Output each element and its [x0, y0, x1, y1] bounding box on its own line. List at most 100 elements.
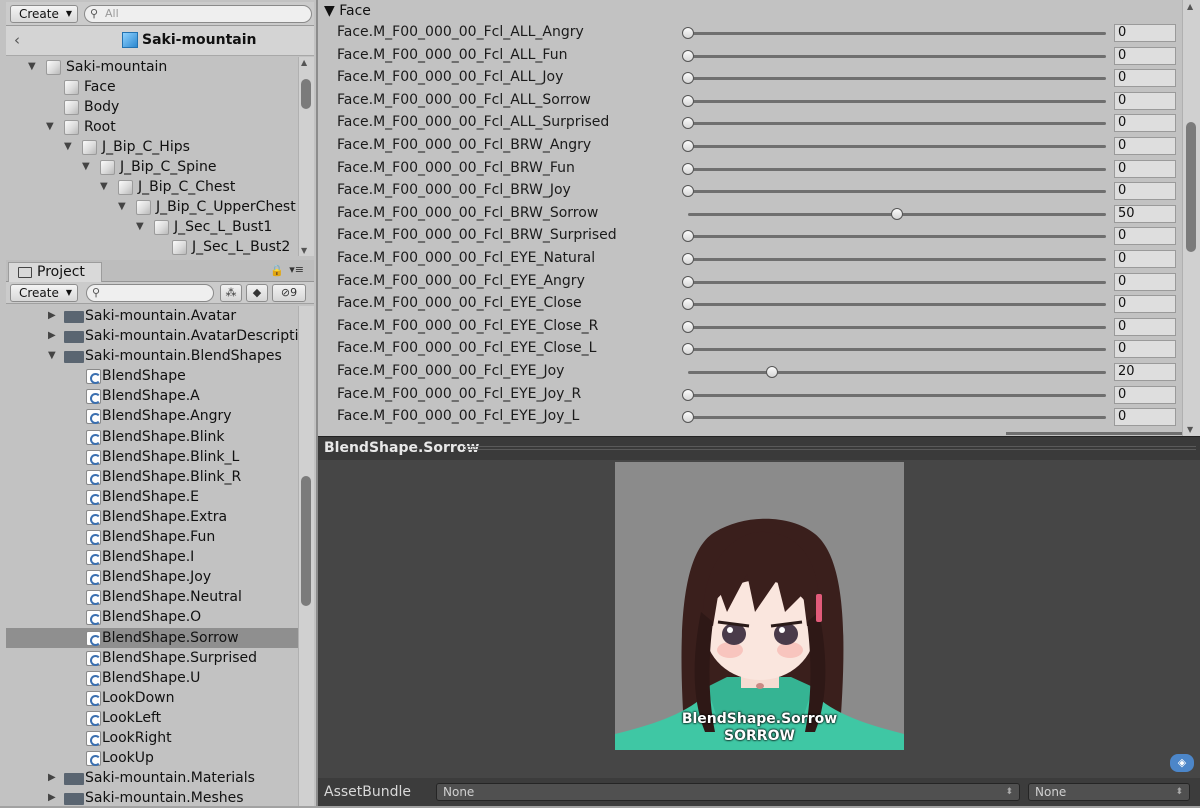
- scroll-up-icon[interactable]: ▲: [1187, 2, 1193, 11]
- hierarchy-scrollbar[interactable]: ▲ ▼: [298, 57, 314, 256]
- project-asset-item[interactable]: BlendShape.E: [6, 487, 300, 507]
- project-asset-item[interactable]: LookUp: [6, 748, 300, 768]
- slider-knob[interactable]: [682, 275, 694, 288]
- project-scrollbar[interactable]: [298, 306, 314, 806]
- collapsed-arrow-icon[interactable]: ▶: [48, 306, 56, 326]
- asset-bundle-name-dropdown[interactable]: None ⬍: [436, 783, 1020, 801]
- blendshape-value-field[interactable]: 0: [1114, 340, 1176, 359]
- project-folder[interactable]: ▶ Saki-mountain.Materials: [6, 768, 300, 788]
- hierarchy-item[interactable]: ▼ J_Sec_L_Bust1: [6, 217, 300, 237]
- scroll-up-icon[interactable]: ▲: [301, 58, 307, 67]
- lock-icon[interactable]: 🔒: [270, 264, 284, 277]
- slider-knob[interactable]: [682, 230, 694, 243]
- hierarchy-item[interactable]: ▼ J_Bip_C_Chest: [6, 177, 300, 197]
- expanded-arrow-icon[interactable]: ▼: [46, 117, 54, 137]
- asset-label-icon[interactable]: ◈: [1170, 754, 1194, 772]
- project-asset-item[interactable]: LookRight: [6, 728, 300, 748]
- tab-project[interactable]: Project: [8, 262, 102, 282]
- scroll-thumb[interactable]: [301, 476, 311, 606]
- project-asset-item[interactable]: BlendShape.Blink_R: [6, 467, 300, 487]
- slider-track[interactable]: [688, 99, 1106, 103]
- slider-track[interactable]: [688, 190, 1106, 194]
- scroll-down-icon[interactable]: ▼: [301, 246, 307, 255]
- collapsed-arrow-icon[interactable]: ▶: [48, 768, 56, 788]
- blendshape-value-field[interactable]: 50: [1114, 204, 1176, 223]
- slider-knob[interactable]: [682, 49, 694, 62]
- project-asset-item[interactable]: BlendShape.Angry: [6, 406, 300, 426]
- slider-track[interactable]: [688, 122, 1106, 126]
- scroll-down-icon[interactable]: ▼: [1187, 425, 1193, 434]
- hierarchy-create-button[interactable]: Create ▼: [10, 5, 78, 23]
- slider-track[interactable]: [688, 145, 1106, 148]
- hierarchy-item[interactable]: ▼ Saki-mountain: [6, 57, 300, 77]
- slider-knob[interactable]: [891, 207, 903, 220]
- project-asset-item[interactable]: BlendShape.A: [6, 386, 300, 406]
- project-folder[interactable]: ▶ Saki-mountain.Meshes: [6, 788, 300, 808]
- slider-knob[interactable]: [682, 117, 694, 130]
- slider-knob[interactable]: [682, 298, 694, 311]
- blendshape-value-field[interactable]: 20: [1114, 363, 1176, 381]
- blendshape-value-field[interactable]: 0: [1114, 317, 1176, 336]
- blendshape-value-field[interactable]: 0: [1114, 295, 1176, 314]
- slider-track[interactable]: [688, 416, 1106, 420]
- blendshape-value-field[interactable]: 0: [1114, 408, 1176, 427]
- slider-track[interactable]: [688, 393, 1106, 397]
- filter-by-label-icon[interactable]: ◆: [246, 284, 268, 302]
- project-asset-item[interactable]: BlendShape.I: [6, 547, 300, 567]
- slider-knob[interactable]: [682, 343, 694, 356]
- asset-bundle-variant-dropdown[interactable]: None ⬍: [1028, 783, 1190, 801]
- slider-track[interactable]: [688, 280, 1106, 284]
- expanded-arrow-icon[interactable]: ▼: [82, 157, 90, 177]
- project-asset-item[interactable]: LookLeft: [6, 708, 300, 728]
- blendshape-value-field[interactable]: 0: [1114, 272, 1176, 291]
- filter-by-type-icon[interactable]: ⁂: [220, 284, 242, 302]
- blendshape-value-field[interactable]: 0: [1114, 385, 1176, 404]
- blendshape-value-field[interactable]: 0: [1114, 114, 1176, 133]
- inspector-scrollbar[interactable]: ▲ ▼: [1182, 0, 1200, 436]
- project-asset-item[interactable]: BlendShape.Blink_L: [6, 447, 300, 467]
- resize-grip[interactable]: [464, 446, 1196, 450]
- project-folder[interactable]: ▶ Saki-mountain.AvatarDescriptio: [6, 326, 307, 346]
- project-folder[interactable]: ▶ Saki-mountain.Avatar: [6, 306, 300, 326]
- slider-track[interactable]: [688, 32, 1106, 35]
- slider-track[interactable]: [688, 235, 1106, 239]
- hierarchy-item[interactable]: ▼ J_Bip_C_Hips: [6, 137, 300, 157]
- slider-knob[interactable]: [682, 185, 694, 198]
- hierarchy-item[interactable]: Face: [6, 77, 300, 97]
- expanded-arrow-icon[interactable]: ▼: [28, 57, 36, 77]
- project-asset-item[interactable]: BlendShape.Joy: [6, 567, 300, 587]
- project-create-button[interactable]: Create ▼: [10, 284, 78, 302]
- hierarchy-item[interactable]: ▼ J_Bip_C_Spine: [6, 157, 300, 177]
- slider-knob[interactable]: [682, 72, 694, 85]
- slider-track[interactable]: [688, 348, 1106, 352]
- slider-knob[interactable]: [682, 320, 694, 333]
- blendshape-value-field[interactable]: 0: [1114, 137, 1176, 155]
- project-asset-item[interactable]: BlendShape.Extra: [6, 507, 300, 527]
- slider-knob[interactable]: [682, 388, 694, 401]
- slider-track[interactable]: [688, 371, 1106, 374]
- face-foldout[interactable]: ▼ Face: [318, 0, 1182, 22]
- project-asset-item[interactable]: BlendShape.Surprised: [6, 648, 300, 668]
- collapsed-arrow-icon[interactable]: ▶: [48, 326, 56, 346]
- hierarchy-item[interactable]: Body: [6, 97, 300, 117]
- project-asset-item[interactable]: BlendShape.Sorrow: [6, 627, 300, 648]
- hierarchy-item[interactable]: J_Sec_L_Bust2: [6, 237, 300, 257]
- blendshape-value-field[interactable]: 0: [1114, 182, 1176, 201]
- expanded-arrow-icon[interactable]: ▼: [100, 177, 108, 197]
- project-asset-item[interactable]: BlendShape.Neutral: [6, 587, 300, 607]
- project-asset-item[interactable]: BlendShape: [6, 366, 300, 386]
- slider-track[interactable]: [688, 258, 1106, 261]
- hierarchy-search-input[interactable]: ⚲ All: [84, 5, 312, 23]
- slider-knob[interactable]: [765, 366, 778, 378]
- slider-knob[interactable]: [682, 140, 694, 152]
- project-asset-item[interactable]: BlendShape.U: [6, 668, 300, 688]
- scroll-thumb[interactable]: [1186, 122, 1196, 252]
- expanded-arrow-icon[interactable]: ▼: [118, 197, 126, 217]
- blendshape-value-field[interactable]: 0: [1114, 69, 1176, 88]
- slider-knob[interactable]: [682, 253, 694, 265]
- expanded-arrow-icon[interactable]: ▼: [136, 217, 144, 237]
- hidden-packages-button[interactable]: ⊘9: [272, 284, 306, 302]
- slider-knob[interactable]: [682, 27, 694, 39]
- project-asset-item[interactable]: BlendShape.Fun: [6, 527, 300, 547]
- project-asset-item[interactable]: LookDown: [6, 688, 300, 708]
